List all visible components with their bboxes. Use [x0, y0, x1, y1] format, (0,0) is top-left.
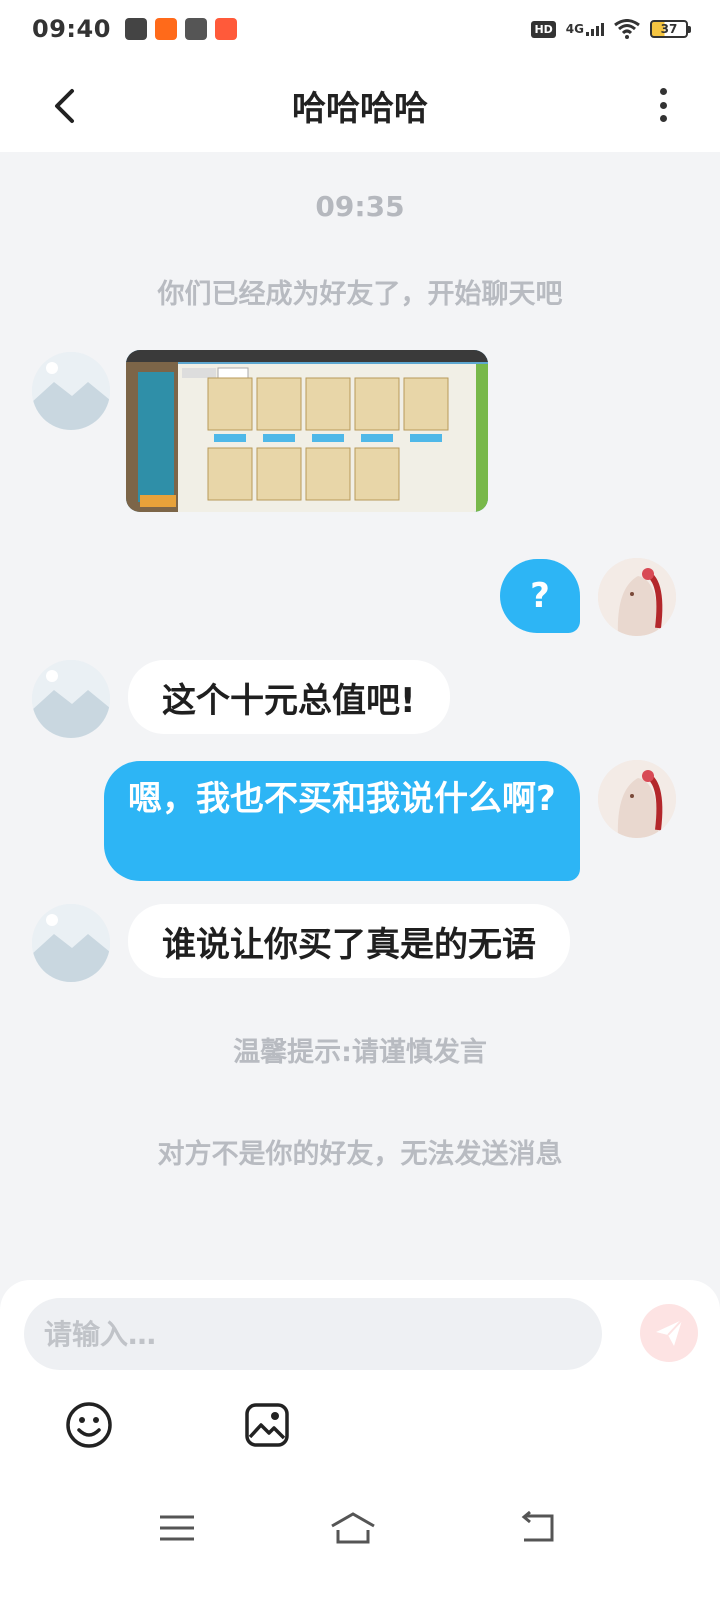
return-icon: [521, 1510, 554, 1542]
not-friend-notice: 对方不是你的好友，无法发送消息: [157, 1139, 563, 1170]
sent-message-bubble[interactable]: 嗯，我也不买和我说什么啊?: [104, 761, 580, 881]
hd-icon: HD: [531, 20, 556, 38]
chat-area[interactable]: 09:35 你们已经成为好友了，开始聊天吧 ? 这个十元总值吧! 嗯，我也不买和…: [0, 152, 720, 1302]
placeholder-image-icon: [32, 660, 110, 738]
send-icon: [656, 1319, 683, 1346]
image-picker-button[interactable]: [242, 1400, 292, 1450]
app-notification-icon: [124, 18, 147, 40]
more-options-button[interactable]: [648, 84, 678, 126]
battery-level: 37: [660, 22, 678, 36]
system-navigation-bar: [0, 1490, 720, 1570]
sent-message-bubble[interactable]: ?: [500, 559, 580, 633]
back-arrow-icon: [55, 89, 74, 123]
home-nav-button[interactable]: [328, 1508, 378, 1548]
message-input-container[interactable]: [24, 1298, 602, 1370]
placeholder-image-icon: [32, 904, 110, 982]
status-time: 09:40: [32, 15, 111, 43]
app-notification-icon: [154, 18, 177, 40]
image-icon: [245, 1403, 289, 1447]
game-screenshot-image: [126, 350, 488, 512]
system-indicators: HD 4G 37: [531, 19, 691, 39]
menu-nav-button[interactable]: [152, 1508, 202, 1548]
my-avatar[interactable]: [598, 760, 676, 838]
network-type-label: 4G: [565, 22, 584, 36]
app-notification-icon: [214, 18, 237, 40]
more-dot-icon: [659, 101, 667, 109]
contact-avatar[interactable]: [32, 904, 110, 982]
send-button[interactable]: [640, 1304, 698, 1362]
emoji-button[interactable]: [64, 1400, 114, 1450]
message-text: 这个十元总值吧!: [162, 680, 416, 721]
image-message[interactable]: [126, 350, 488, 512]
placeholder-image-icon: [32, 352, 110, 430]
message-timestamp: 09:35: [315, 190, 405, 223]
more-dot-icon: [659, 115, 667, 122]
contact-avatar[interactable]: [32, 660, 110, 738]
wifi-icon: [614, 19, 640, 39]
message-input[interactable]: [44, 1317, 582, 1351]
home-icon: [331, 1512, 375, 1544]
friend-notice: 你们已经成为好友了，开始聊天吧: [157, 279, 563, 310]
contact-avatar[interactable]: [32, 352, 110, 430]
menu-icon: [160, 1515, 194, 1541]
battery-icon: 37: [650, 20, 691, 38]
warning-tip: 温馨提示:请谨慎发言: [233, 1037, 487, 1068]
status-bar: 09:40 HD 4G 37: [0, 0, 720, 58]
notification-icons: [124, 18, 237, 40]
user-avatar-image: [598, 558, 676, 636]
signal-icon: 4G: [566, 22, 604, 36]
more-dot-icon: [659, 88, 667, 95]
chat-title: 哈哈哈哈: [292, 88, 428, 129]
calendar-notification-icon: [184, 18, 207, 40]
back-nav-button[interactable]: [514, 1508, 564, 1548]
my-avatar[interactable]: [598, 558, 676, 636]
received-message-bubble[interactable]: 这个十元总值吧!: [128, 660, 450, 734]
smiley-icon: [66, 1402, 112, 1448]
back-button[interactable]: [44, 86, 84, 126]
message-text: 嗯，我也不买和我说什么啊?: [128, 779, 556, 819]
received-message-bubble[interactable]: 谁说让你买了真是的无语: [128, 904, 570, 978]
chat-header: 哈哈哈哈: [0, 58, 720, 152]
message-text: 谁说让你买了真是的无语: [162, 924, 536, 965]
user-avatar-image: [598, 760, 676, 838]
message-text: ?: [530, 576, 550, 616]
